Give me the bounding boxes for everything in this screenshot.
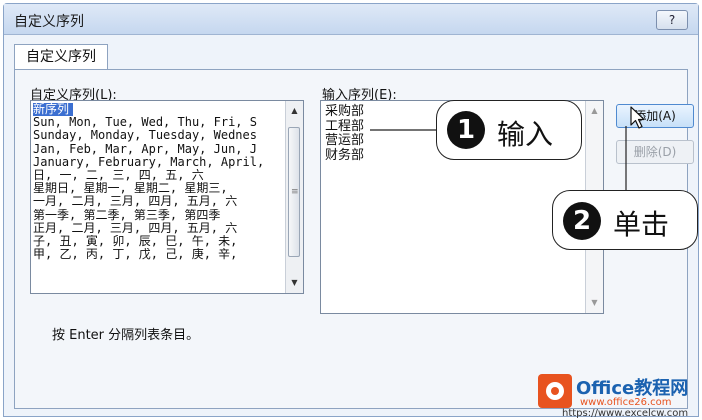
callout-1: 1 输入 (436, 100, 582, 160)
mouse-cursor-icon (630, 106, 645, 129)
custom-list-item[interactable]: Sunday, Monday, Tuesday, Wednes (33, 129, 285, 142)
tab-custom-lists[interactable]: 自定义序列 (14, 44, 108, 70)
custom-list-item-label: 正月, 二月, 三月, 四月, 五月, 六 (33, 221, 238, 235)
entry-line: 工程部 (325, 118, 365, 134)
custom-list-item[interactable]: 子, 丑, 寅, 卯, 辰, 巳, 午, 未, (33, 235, 285, 248)
callout-2-number-badge: 2 (563, 202, 601, 240)
watermark-logo: Office教程网 www.office26.com https://www.e… (536, 370, 702, 420)
scroll-thumb[interactable]: ≡ (288, 127, 300, 257)
custom-list-item-label: 子, 丑, 寅, 卯, 辰, 巳, 午, 未, (33, 234, 238, 248)
custom-list-item-label: Sun, Mon, Tue, Wed, Thu, Fri, S (33, 116, 257, 130)
custom-list-item[interactable]: 正月, 二月, 三月, 四月, 五月, 六 (33, 222, 285, 235)
add-button[interactable]: 添加(A) (616, 104, 694, 128)
watermark-url1: www.office26.com (580, 397, 672, 408)
custom-list-item[interactable]: 星期日, 星期一, 星期二, 星期三, (33, 182, 285, 195)
entry-line: 营运部 (325, 133, 365, 149)
custom-list-item-label: 甲, 乙, 丙, 丁, 戊, 己, 庚, 辛, (33, 248, 238, 262)
custom-list-item-label: 一月, 二月, 三月, 四月, 五月, 六 (33, 195, 238, 209)
thumb-grip-icon: ≡ (291, 187, 299, 197)
entries-scroll-down-icon[interactable]: ▼ (586, 295, 603, 311)
hint-text: 按 Enter 分隔列表条目。 (52, 328, 200, 343)
delete-button-label: 删除(D) (633, 145, 677, 159)
entries-scroll-up-icon[interactable]: ▲ (586, 103, 603, 119)
custom-list-item[interactable]: 甲, 乙, 丙, 丁, 戊, 己, 庚, 辛, (33, 248, 285, 261)
custom-list-item[interactable]: Sun, Mon, Tue, Wed, Thu, Fri, S (33, 116, 285, 129)
custom-list-item[interactable]: Jan, Feb, Mar, Apr, May, Jun, J (33, 143, 285, 156)
callout-2: 2 单击 (552, 190, 698, 250)
custom-list-item[interactable]: January, February, March, April, (33, 156, 285, 169)
custom-lists-listbox[interactable]: 新序列 Sun, Mon, Tue, Wed, Thu, Fri, S Sunday… (30, 100, 304, 294)
callout-2-leader (625, 126, 627, 196)
custom-lists-scrollbar[interactable]: ▲ ≡ ▼ (285, 101, 303, 293)
custom-list-item[interactable]: 一月, 二月, 三月, 四月, 五月, 六 (33, 195, 285, 208)
custom-list-item-label: January, February, March, April, (33, 155, 265, 169)
custom-list-item-label: Jan, Feb, Mar, Apr, May, Jun, J (33, 142, 257, 156)
callout-1-text: 输入 (497, 118, 554, 151)
callout-1-number-badge: 1 (447, 111, 485, 149)
custom-list-item-label: 星期日, 星期一, 星期二, 星期三, (33, 182, 228, 196)
custom-list-item-label: Sunday, Monday, Tuesday, Wednes (33, 129, 257, 143)
office-logo-icon (538, 374, 572, 408)
scroll-down-arrow-icon[interactable]: ▼ (286, 275, 303, 291)
title-bar: 自定义序列 ? (4, 4, 698, 35)
help-button[interactable]: ? (656, 10, 688, 30)
custom-list-item[interactable]: 日, 一, 二, 三, 四, 五, 六 (33, 169, 285, 182)
custom-list-item-label: 第一季, 第二季, 第三季, 第四季 (33, 208, 221, 222)
callout-2-text: 单击 (613, 208, 670, 241)
entry-line: 财务部 (325, 147, 365, 163)
watermark-url2: https://www.excelcw.com (562, 408, 689, 419)
dialog-title: 自定义序列 (14, 14, 84, 30)
scroll-up-arrow-icon[interactable]: ▲ (286, 103, 303, 119)
list-entries-text: 采购部 工程部 营运部 财务部 (325, 104, 365, 163)
callout-1-leader (370, 129, 440, 131)
custom-list-item-label: 新序列 (33, 103, 74, 117)
custom-list-item[interactable]: 第一季, 第二季, 第三季, 第四季 (33, 209, 285, 222)
entry-line: 采购部 (325, 104, 365, 119)
custom-list-item[interactable]: 新序列 (33, 103, 285, 117)
custom-list-item-label: 日, 一, 二, 三, 四, 五, 六 (33, 168, 204, 182)
custom-lists-items: 新序列 Sun, Mon, Tue, Wed, Thu, Fri, S Sunday… (33, 103, 285, 291)
